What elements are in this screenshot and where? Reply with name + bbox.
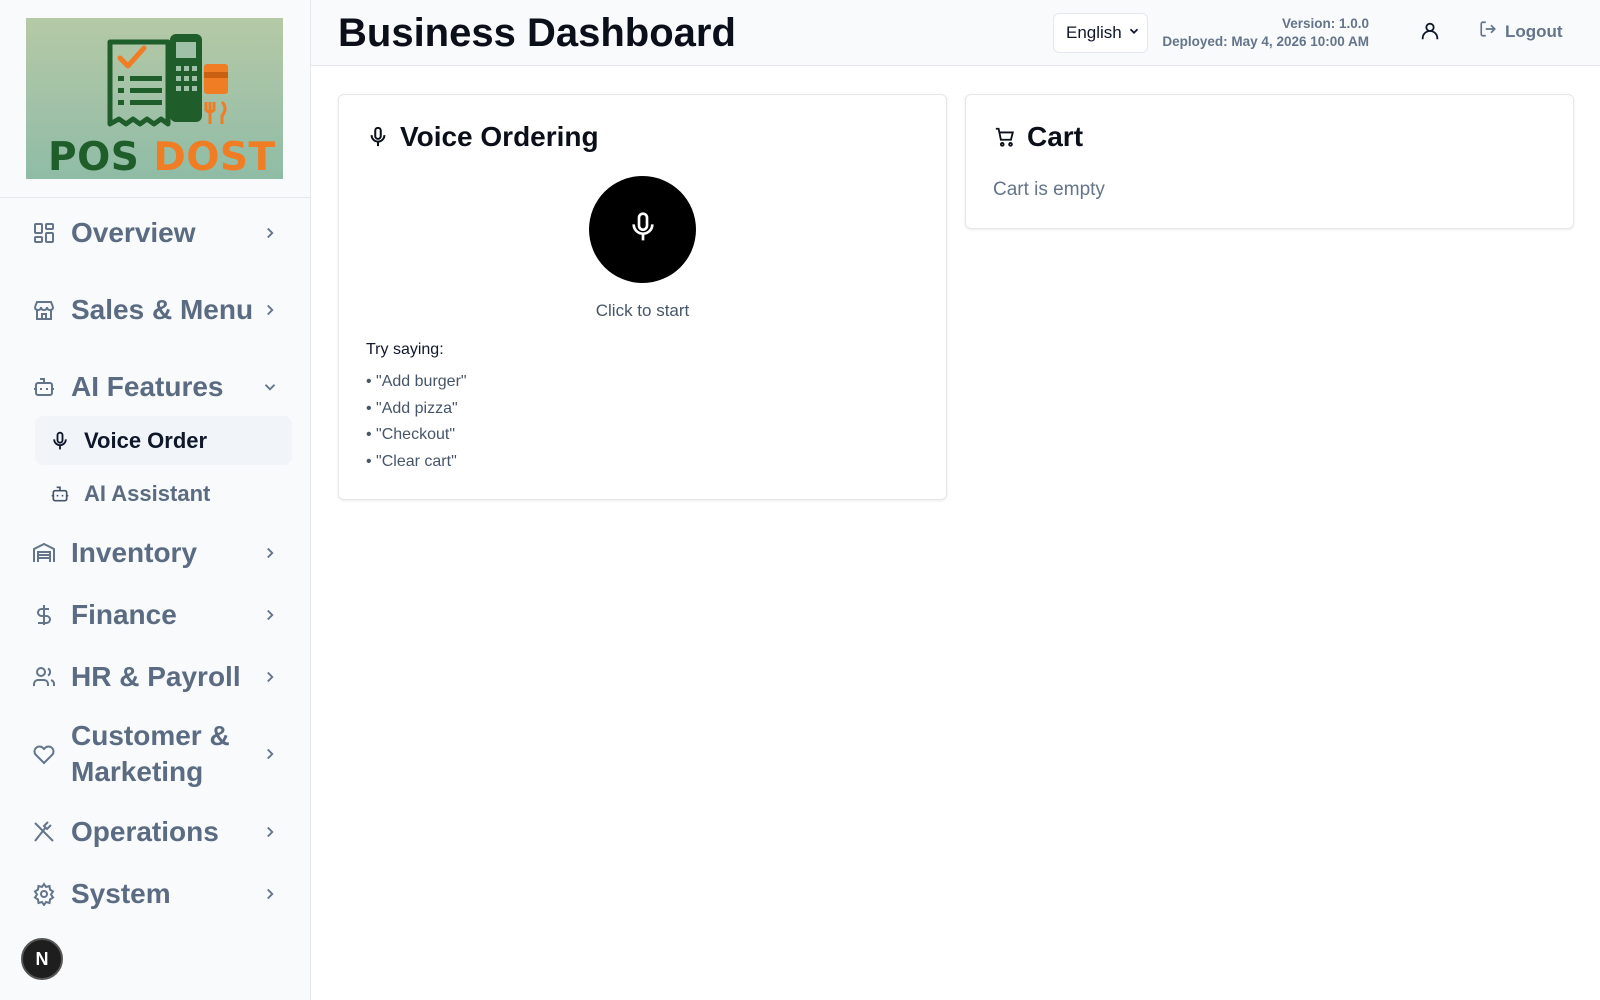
list-item: "Add burger" xyxy=(366,369,467,396)
sidebar-item-sales-menu[interactable]: Sales & Menu xyxy=(0,273,310,347)
language-select-value: English xyxy=(1066,23,1122,42)
version-text: Version: 1.0.0 xyxy=(1281,16,1369,31)
voice-ordering-title: Voice Ordering xyxy=(366,117,599,157)
settings-icon xyxy=(31,881,57,907)
sidebar-item-label: Operations xyxy=(71,816,219,847)
sidebar-item-label: Inventory xyxy=(71,537,198,568)
chevron-right-icon xyxy=(260,300,280,320)
voice-ordering-card: Voice Ordering Click to start Try saying… xyxy=(338,94,947,500)
chevron-right-icon xyxy=(260,543,280,563)
logout-button[interactable]: Logout xyxy=(1479,20,1563,43)
sidebar-item-customer-marketing[interactable]: Customer & Marketing xyxy=(0,717,310,791)
sidebar-item-ai-features[interactable]: AI Features xyxy=(0,366,310,408)
logout-icon xyxy=(1479,20,1497,43)
logo-container: POS DOST xyxy=(0,0,310,198)
cart-empty-text: Cart is empty xyxy=(993,179,1105,200)
mic-icon xyxy=(627,211,659,248)
sidebar-item-label: HR & Payroll xyxy=(71,661,241,692)
chevron-right-icon xyxy=(260,667,280,687)
sidebar-item-hr-payroll[interactable]: HR & Payroll xyxy=(0,656,310,698)
sidebar-item-label: Overview xyxy=(71,217,196,248)
try-saying-heading: Try saying: xyxy=(366,341,444,358)
dollar-icon xyxy=(31,602,57,628)
layout-grid-icon xyxy=(31,220,57,246)
list-item: "Add pizza" xyxy=(366,396,467,423)
store-icon xyxy=(31,297,57,323)
sidebar-item-finance[interactable]: Finance xyxy=(0,594,310,636)
mic-icon xyxy=(50,431,70,451)
voice-examples-list: "Add burger" "Add pizza" "Checkout" "Cle… xyxy=(366,369,467,475)
logo-text: POS DOST xyxy=(48,135,276,179)
card-title-text: Cart xyxy=(1027,121,1084,152)
version-info: Version: 1.0.0 Deployed: May 4, 2026 10:… xyxy=(1162,15,1369,51)
sidebar-item-label: Customer & Marketing xyxy=(71,720,230,787)
receipt-terminal-icon xyxy=(107,34,228,127)
page-title: Business Dashboard xyxy=(338,11,736,55)
sidebar-item-system[interactable]: System xyxy=(0,873,310,915)
chevron-right-icon xyxy=(260,223,280,243)
sidebar-item-label: Sales & Menu xyxy=(71,294,254,325)
sidebar-item-inventory[interactable]: Inventory xyxy=(0,532,310,574)
voice-status-text: Click to start xyxy=(595,301,690,320)
start-voice-button[interactable] xyxy=(589,176,696,283)
users-icon xyxy=(31,664,57,690)
sidebar-item-label: Finance xyxy=(71,599,177,630)
top-header: Business Dashboard English Version: 1.0.… xyxy=(311,0,1600,66)
sidebar-item-label: System xyxy=(71,878,171,909)
user-icon xyxy=(1419,20,1441,47)
bot-icon xyxy=(31,374,57,400)
chevron-right-icon xyxy=(260,605,280,625)
sidebar-subitem-ai-assistant[interactable]: AI Assistant xyxy=(35,469,292,518)
utensils-crossed-icon xyxy=(31,819,57,845)
shopping-cart-icon xyxy=(993,125,1017,149)
chevron-down-icon xyxy=(1127,23,1141,43)
sidebar-subitem-label: AI Assistant xyxy=(84,480,211,506)
chevron-down-icon xyxy=(260,377,280,397)
sidebar: POS DOST Overview Sales & Menu AI Featur… xyxy=(0,0,311,1000)
sidebar-item-overview[interactable]: Overview xyxy=(0,212,310,254)
cart-title: Cart xyxy=(993,117,1083,157)
sidebar-subitem-voice-order[interactable]: Voice Order xyxy=(35,416,292,465)
card-title-text: Voice Ordering xyxy=(400,121,599,152)
chevron-right-icon xyxy=(260,884,280,904)
list-item: "Clear cart" xyxy=(366,449,467,476)
sidebar-nav: Overview Sales & Menu AI Features Voice … xyxy=(0,198,310,915)
user-profile-button[interactable] xyxy=(1416,19,1444,47)
sidebar-item-operations[interactable]: Operations xyxy=(0,811,310,853)
pos-dost-logo[interactable]: POS DOST xyxy=(26,18,283,179)
sidebar-item-label: AI Features xyxy=(71,371,224,402)
deployed-text: Deployed: May 4, 2026 10:00 AM xyxy=(1162,34,1369,49)
chevron-right-icon xyxy=(260,744,280,764)
list-item: "Checkout" xyxy=(366,422,467,449)
bot-icon xyxy=(50,484,70,504)
n-badge-button[interactable]: N xyxy=(21,938,63,980)
heart-icon xyxy=(31,741,57,767)
logout-label: Logout xyxy=(1505,21,1563,41)
chevron-right-icon xyxy=(260,822,280,842)
cart-card: Cart Cart is empty xyxy=(965,94,1574,229)
sidebar-subitem-label: Voice Order xyxy=(84,427,208,453)
language-select[interactable]: English xyxy=(1053,13,1148,53)
mic-icon xyxy=(366,125,390,149)
warehouse-icon xyxy=(31,540,57,566)
